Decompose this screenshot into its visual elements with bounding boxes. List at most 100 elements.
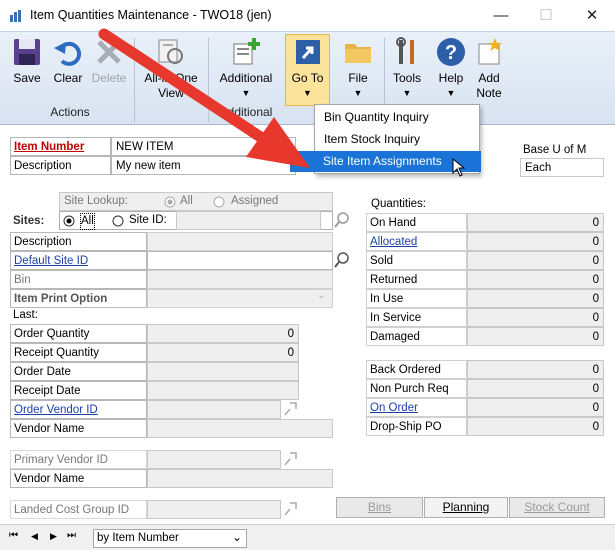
sort-by-select[interactable]: by Item Number ⌄	[93, 529, 247, 548]
in-service-value: 0	[467, 308, 604, 327]
sites-all-label: All	[80, 213, 95, 230]
item-print-option-select[interactable]	[147, 289, 333, 308]
returned-label: Returned	[366, 270, 467, 289]
previous-record-icon[interactable]: ◀	[31, 531, 38, 542]
landed-cost-lookup-icon[interactable]	[282, 500, 298, 517]
allocated-value: 0	[467, 232, 604, 251]
close-button[interactable]: ✕	[569, 0, 615, 31]
add-note-button[interactable]: Add Note	[470, 36, 508, 104]
sold-label: Sold	[366, 251, 467, 270]
additional-group-label: Additional	[219, 105, 273, 119]
default-site-id-field[interactable]	[147, 251, 333, 270]
goto-icon	[295, 40, 320, 64]
svg-text:?: ?	[445, 42, 457, 64]
bin-label: Bin	[10, 270, 147, 289]
all-in-one-view-button[interactable]: All-in-One View	[138, 36, 204, 104]
actions-group-label: Actions	[50, 105, 90, 119]
on-hand-value: 0	[467, 213, 604, 232]
damaged-label: Damaged	[366, 327, 467, 346]
site-lookup-assigned-radio[interactable]	[213, 196, 225, 208]
allocated-link[interactable]: Allocated	[366, 232, 467, 251]
minimize-button[interactable]: —	[478, 0, 524, 31]
receipt-date-field	[147, 381, 299, 400]
file-button[interactable]: File ▼	[336, 36, 380, 104]
bins-button[interactable]: Bins	[336, 497, 423, 518]
app-icon	[10, 10, 21, 22]
stock-count-button[interactable]: Stock Count	[509, 497, 605, 518]
separator	[134, 38, 135, 122]
sort-by-chevron-icon: ⌄	[232, 530, 243, 544]
item-number-label[interactable]: Item Number	[10, 137, 111, 156]
on-order-link[interactable]: On Order	[366, 398, 467, 417]
vendor-name-2-field	[147, 469, 333, 488]
delete-icon	[97, 40, 121, 64]
order-vendor-id-link[interactable]: Order Vendor ID	[10, 400, 147, 419]
last-record-icon[interactable]: ⏭	[67, 530, 76, 541]
on-hand-label: On Hand	[366, 213, 467, 232]
landed-cost-group-id-label: Landed Cost Group ID	[10, 500, 147, 519]
site-description-field	[147, 232, 333, 251]
order-date-label: Order Date	[10, 362, 147, 381]
save-button[interactable]: Save	[6, 36, 48, 104]
goto-dropdown-arrow: ▼	[303, 88, 312, 98]
site-description-label: Description	[10, 232, 147, 251]
tools-button[interactable]: Tools ▼	[387, 36, 427, 104]
maximize-button[interactable]: ☐	[523, 0, 569, 31]
primary-vendor-lookup-icon[interactable]	[282, 450, 298, 467]
additional-button[interactable]: Additional ▼	[212, 36, 280, 104]
separator	[208, 38, 209, 122]
site-lookup-assigned-label: Assigned	[231, 195, 279, 207]
site-lookup-all-label: All	[180, 195, 193, 207]
site-lookup-all-radio[interactable]	[164, 196, 176, 208]
site-id-field[interactable]	[176, 211, 321, 230]
item-number-field[interactable]: NEW ITEM	[111, 137, 296, 156]
save-icon	[14, 39, 40, 65]
help-button[interactable]: ? Help ▼	[431, 36, 471, 104]
sites-label: Sites:	[13, 215, 45, 227]
description-field[interactable]: My new item	[111, 156, 296, 175]
default-site-lookup-icon[interactable]	[334, 251, 350, 268]
sort-by-value: by Item Number	[97, 532, 179, 544]
returned-value: 0	[467, 270, 604, 289]
goto-button[interactable]: Go To ▼	[285, 36, 330, 104]
planning-button[interactable]: Planning	[424, 497, 508, 518]
damaged-value: 0	[467, 327, 604, 346]
delete-button[interactable]: Delete	[88, 36, 130, 104]
order-quantity-field: 0	[147, 324, 299, 343]
menu-item-bin-quantity-inquiry[interactable]: Bin Quantity Inquiry	[316, 107, 478, 128]
order-date-field	[147, 362, 299, 381]
site-lookup-icon[interactable]	[334, 211, 350, 228]
sites-siteid-radio[interactable]	[112, 215, 124, 227]
navigation-bar: ⏮ ◀ ▶ ⏭ by Item Number ⌄	[0, 524, 615, 550]
order-vendor-lookup-icon[interactable]	[282, 400, 298, 417]
site-lookup-label: Site Lookup:	[64, 195, 128, 207]
vendor-name-2-label: Vendor Name	[10, 469, 147, 488]
first-record-icon[interactable]: ⏮	[9, 530, 18, 541]
drop-ship-po-value: 0	[467, 417, 604, 436]
mouse-cursor-icon	[452, 158, 466, 177]
item-print-option-chevron-icon: ⌄	[317, 290, 326, 301]
back-ordered-value: 0	[467, 360, 604, 379]
on-order-value: 0	[467, 398, 604, 417]
quantities-label: Quantities:	[371, 198, 426, 210]
order-quantity-label: Order Quantity	[10, 324, 147, 343]
clear-button[interactable]: Clear	[48, 36, 88, 104]
vendor-name-field	[147, 419, 333, 438]
tools-dropdown-arrow: ▼	[402, 88, 412, 98]
folder-icon	[345, 44, 371, 63]
order-vendor-id-field	[147, 400, 281, 419]
non-purch-req-label: Non Purch Req	[366, 379, 467, 398]
receipt-quantity-field: 0	[147, 343, 299, 362]
menu-item-item-stock-inquiry[interactable]: Item Stock Inquiry	[316, 129, 478, 150]
next-record-icon[interactable]: ▶	[50, 531, 57, 542]
sites-all-radio[interactable]	[63, 215, 75, 227]
description-label: Description	[10, 156, 111, 175]
add-note-icon	[478, 38, 502, 65]
base-uom-field[interactable]: Each	[520, 158, 604, 177]
default-site-id-link[interactable]: Default Site ID	[10, 251, 147, 270]
primary-vendor-id-field	[147, 450, 281, 469]
sold-value: 0	[467, 251, 604, 270]
in-use-value: 0	[467, 289, 604, 308]
tools-icon	[396, 37, 414, 64]
last-label: Last:	[13, 309, 38, 321]
